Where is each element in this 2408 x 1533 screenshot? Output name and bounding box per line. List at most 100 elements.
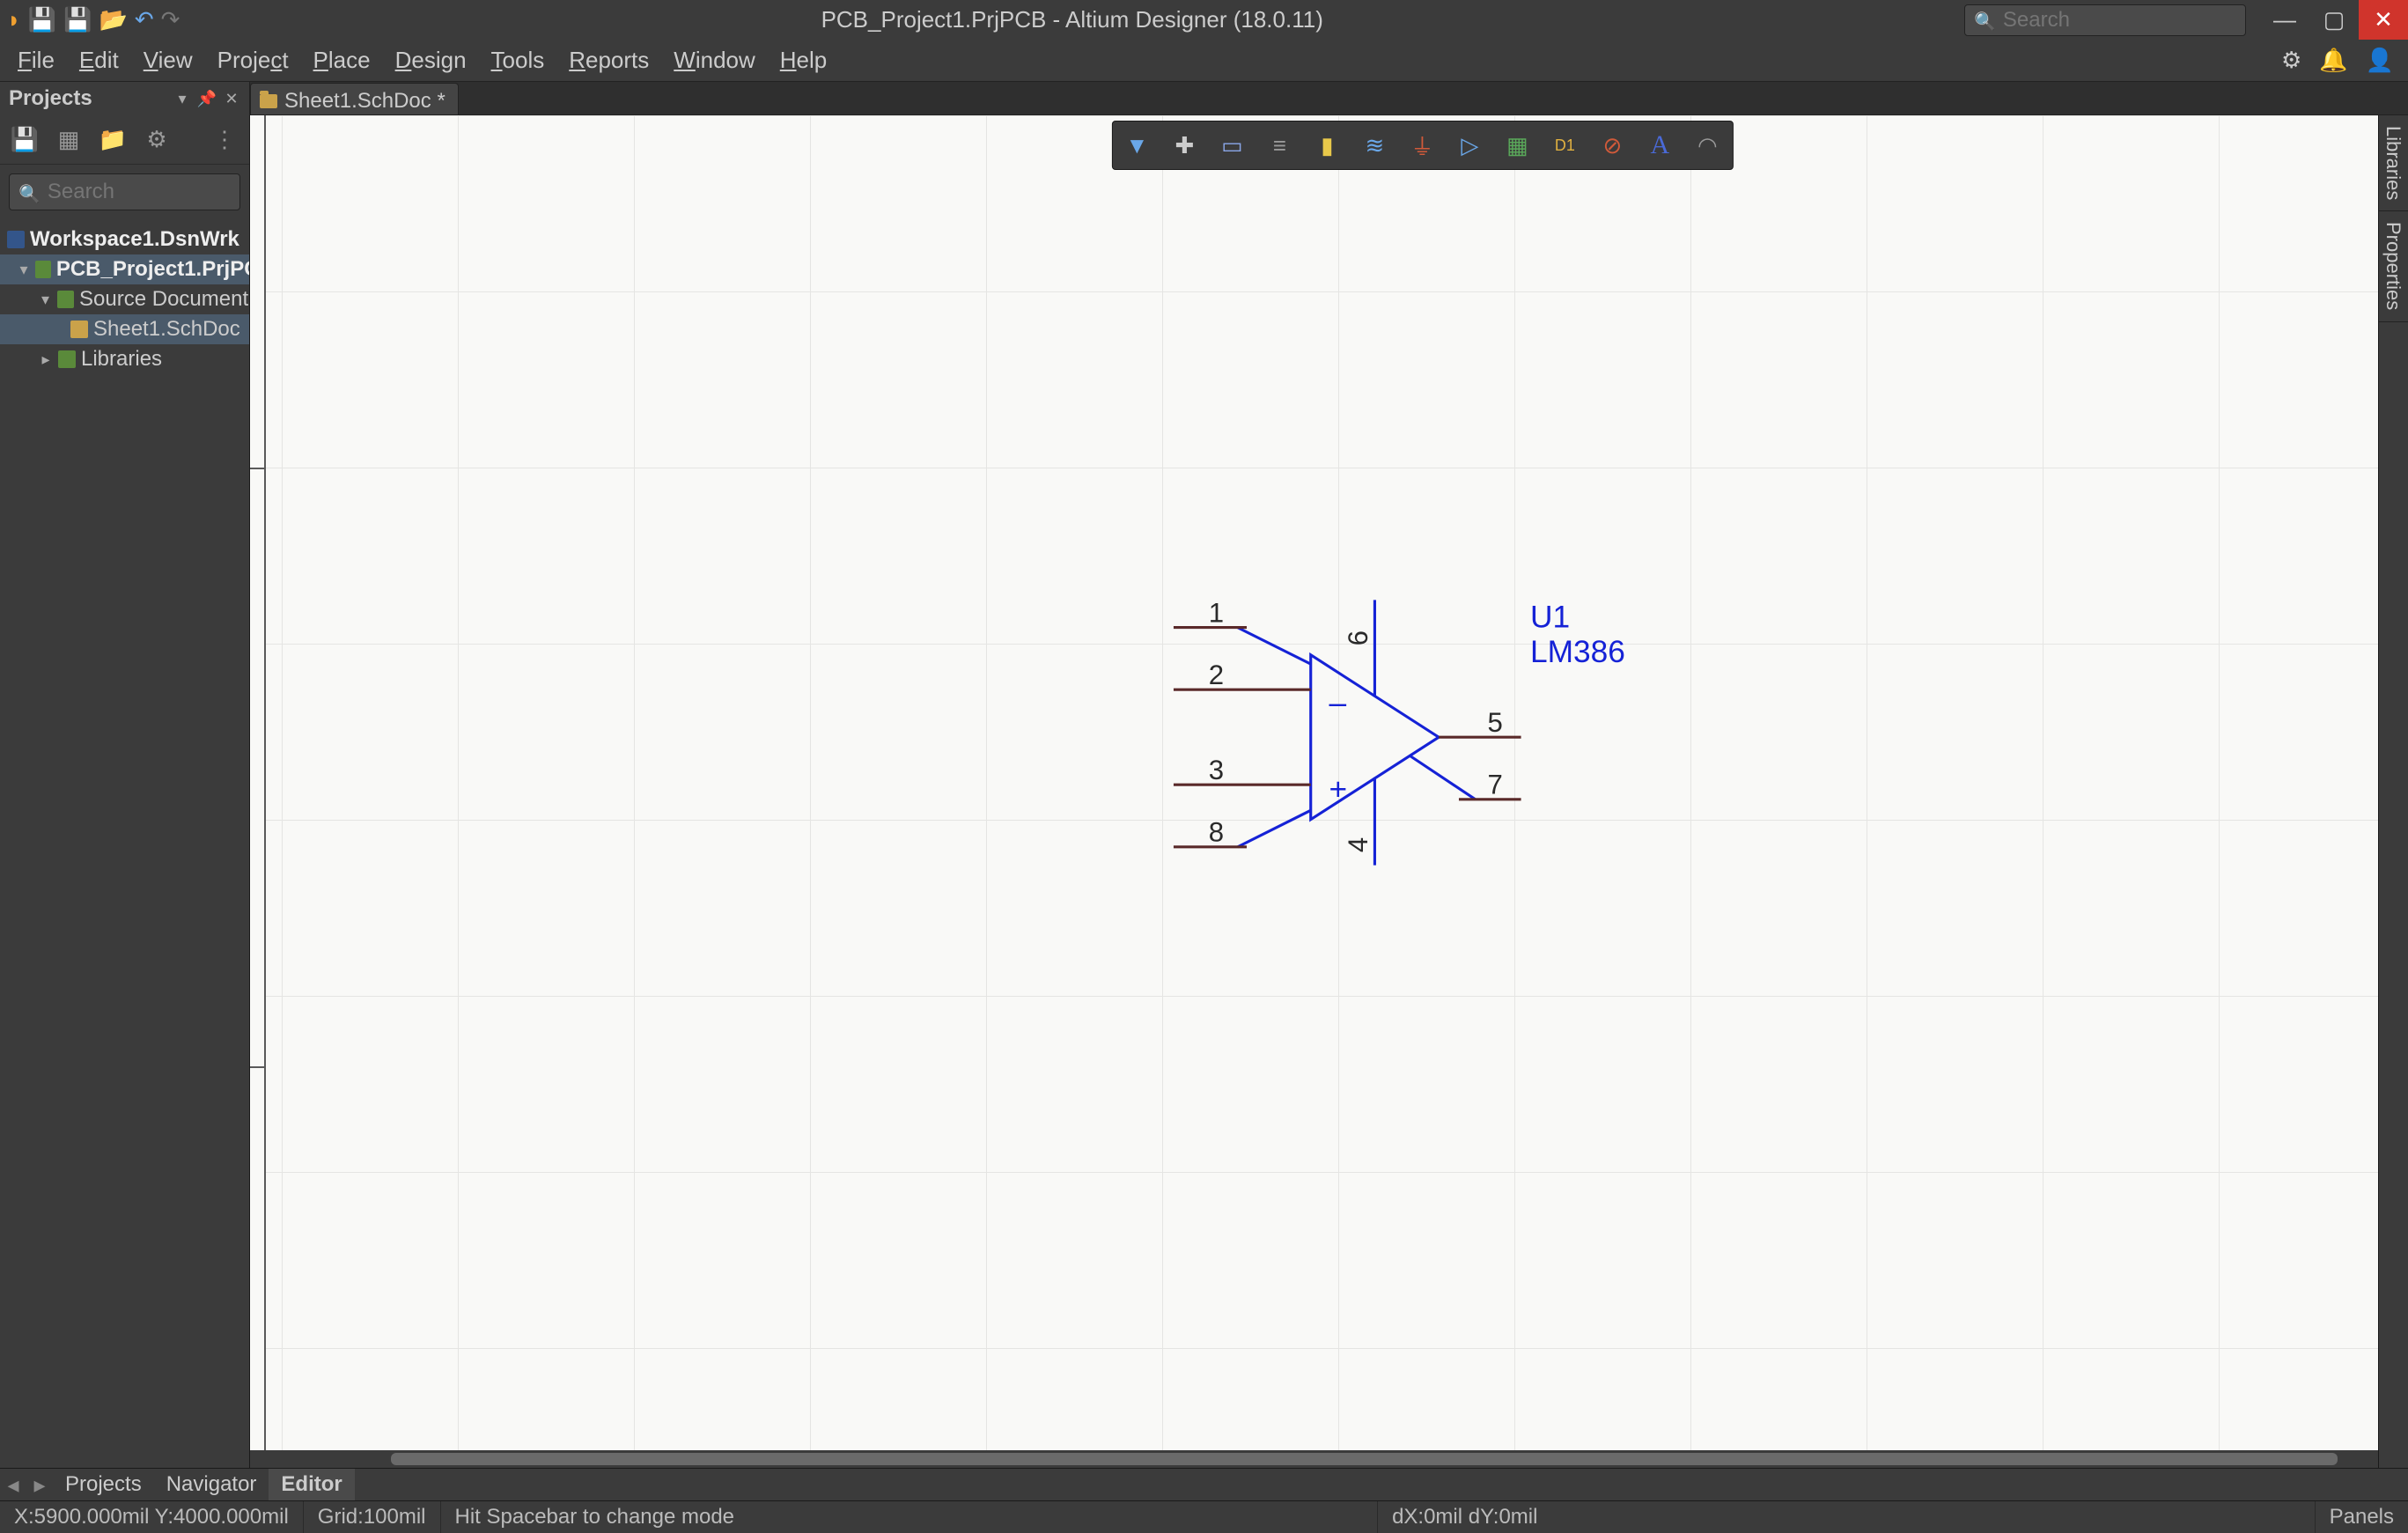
horizontal-scrollbar[interactable] [250, 1450, 2390, 1468]
search-icon [18, 179, 41, 206]
menu-tools[interactable]: Tools [481, 41, 556, 79]
tree-project[interactable]: ▾ PCB_Project1.PrjPCB [0, 254, 249, 284]
plus-label: + [1329, 772, 1347, 807]
menu-window[interactable]: Window [663, 41, 765, 79]
document-tabs: Sheet1.SchDoc * [250, 82, 2408, 115]
tree-libraries[interactable]: ▸ Libraries [0, 344, 249, 374]
menu-file[interactable]: File [7, 41, 65, 79]
twist-icon[interactable]: ▾ [39, 291, 52, 309]
undo-icon[interactable]: ↶ [135, 6, 154, 33]
menu-project[interactable]: Project [207, 41, 299, 79]
place-text-icon[interactable]: A [1644, 129, 1675, 161]
place-wire-icon[interactable]: ≋ [1359, 129, 1390, 161]
projects-tb-compile-icon[interactable]: ▦ [55, 126, 83, 154]
bottom-tabstrip: ◂ ▸ Projects Navigator Editor [0, 1468, 2408, 1501]
menu-edit[interactable]: Edit [69, 41, 129, 79]
main-area: 💾 ▦ 📁 ⚙ ⋮ Workspace1.DsnWrk ▾ PCB_Projec… [0, 115, 2408, 1468]
redo-icon[interactable]: ↷ [161, 6, 180, 33]
bottom-tabs-prev-icon[interactable]: ◂ [0, 1471, 26, 1499]
place-sheet-icon[interactable]: ▦ [1501, 129, 1533, 161]
align-icon[interactable]: ≡ [1263, 129, 1295, 161]
workspace-icon [7, 231, 25, 248]
user-icon[interactable]: 👤 [2366, 47, 2394, 74]
global-search-input[interactable] [2003, 8, 2276, 33]
schematic-canvas[interactable]: 1 2 3 8 5 7 6 4 – + U1 LM386 ▼ ✚ ▭ ≡ ▮ ≋ [250, 115, 2408, 1468]
bottom-tabs-next-icon[interactable]: ▸ [26, 1471, 53, 1499]
schematic-svg: 1 2 3 8 5 7 6 4 – + U1 LM386 [250, 115, 2408, 1468]
quick-access-toolbar: ◗ 💾 💾 📂 ↶ ↷ [0, 6, 180, 33]
maximize-button[interactable]: ▢ [2309, 0, 2359, 40]
tree-workspace[interactable]: Workspace1.DsnWrk [0, 225, 249, 254]
panel-pin-icon[interactable]: 📌 [198, 90, 216, 107]
pin-5-label: 5 [1487, 707, 1502, 738]
window-controls: — ▢ ✕ [2260, 0, 2408, 40]
value-label: LM386 [1530, 635, 1625, 669]
minimize-button[interactable]: — [2260, 0, 2309, 40]
notifications-icon[interactable]: 🔔 [2319, 47, 2347, 74]
tree-source-docs[interactable]: ▾ Source Documents [0, 284, 249, 314]
right-tab-libraries[interactable]: Libraries [2379, 115, 2408, 211]
projects-tree: Workspace1.DsnWrk ▾ PCB_Project1.PrjPCB … [0, 219, 249, 1468]
projects-tb-settings-icon[interactable]: ⚙ [143, 126, 171, 154]
panel-dropdown-icon[interactable]: ▾ [173, 90, 191, 107]
projects-toolbar: 💾 ▦ 📁 ⚙ ⋮ [0, 115, 249, 165]
place-netlabel-icon[interactable]: D1 [1549, 129, 1580, 161]
settings-icon[interactable]: ⚙ [2281, 47, 2301, 74]
panels-button[interactable]: Panels [2316, 1505, 2408, 1529]
save-icon[interactable]: 💾 [28, 6, 56, 33]
tree-project-label: PCB_Project1.PrjPCB [56, 257, 249, 282]
projects-search[interactable] [9, 173, 240, 210]
status-delta: dX:0mil dY:0mil [1378, 1501, 2316, 1533]
menu-reports[interactable]: Reports [558, 41, 659, 79]
global-search[interactable] [1964, 4, 2246, 36]
pin-3-label: 3 [1209, 755, 1224, 785]
place-arc-icon[interactable]: ◠ [1691, 129, 1723, 161]
tree-sheet1[interactable]: Sheet1.SchDoc [0, 314, 249, 344]
filter-icon[interactable]: ▼ [1121, 129, 1152, 161]
tree-workspace-label: Workspace1.DsnWrk [30, 227, 239, 252]
open-icon[interactable]: 📂 [99, 6, 127, 33]
tree-libraries-label: Libraries [81, 347, 162, 372]
twist-icon[interactable]: ▸ [39, 350, 53, 369]
right-tab-properties[interactable]: Properties [2379, 211, 2408, 321]
minus-label: – [1329, 686, 1346, 720]
status-grid: Grid:100mil [304, 1501, 441, 1533]
right-collapsed-panels: Libraries Properties [2378, 115, 2408, 1468]
document-tab-sheet1[interactable]: Sheet1.SchDoc * [250, 83, 459, 114]
menu-design[interactable]: Design [385, 41, 477, 79]
search-icon [1974, 6, 1996, 33]
place-part-icon[interactable]: ▮ [1311, 129, 1343, 161]
document-tab-label: Sheet1.SchDoc * [284, 89, 446, 114]
pin-6-label: 6 [1343, 630, 1373, 645]
status-hint: Hit Spacebar to change mode [441, 1501, 1379, 1533]
close-button[interactable]: ✕ [2359, 0, 2408, 40]
projects-tb-save-icon[interactable]: 💾 [11, 126, 39, 154]
bottom-tab-projects[interactable]: Projects [53, 1469, 154, 1500]
projects-tb-folder-icon[interactable]: 📁 [99, 126, 127, 154]
folder-icon [57, 291, 74, 308]
scrollbar-thumb[interactable] [391, 1453, 2338, 1465]
menu-list: File Edit View Project Place Design Tool… [7, 41, 837, 79]
tabstrip-row: Projects ▾ 📌 ✕ Sheet1.SchDoc * [0, 82, 2408, 115]
save-all-icon[interactable]: 💾 [63, 6, 92, 33]
statusbar: X:5900.000mil Y:4000.000mil Grid:100mil … [0, 1501, 2408, 1533]
pin-7-label: 7 [1487, 770, 1502, 800]
move-icon[interactable]: ✚ [1168, 129, 1200, 161]
schematic-doc-icon [260, 94, 277, 108]
projects-panel: 💾 ▦ 📁 ⚙ ⋮ Workspace1.DsnWrk ▾ PCB_Projec… [0, 115, 250, 1468]
bottom-tab-navigator[interactable]: Navigator [154, 1469, 269, 1500]
tree-source-docs-label: Source Documents [79, 287, 249, 312]
folder-icon [58, 350, 76, 368]
projects-tb-more-icon[interactable]: ⋮ [210, 126, 239, 154]
pin-8-label: 8 [1209, 817, 1224, 848]
place-port-icon[interactable]: ▷ [1454, 129, 1485, 161]
place-noerc-icon[interactable]: ⊘ [1596, 129, 1628, 161]
bottom-tab-editor[interactable]: Editor [269, 1469, 354, 1500]
menu-help[interactable]: Help [770, 41, 837, 79]
twist-icon[interactable]: ▾ [18, 261, 30, 279]
menu-view[interactable]: View [133, 41, 203, 79]
place-gnd-icon[interactable]: ⏚ [1406, 129, 1438, 161]
panel-close-icon[interactable]: ✕ [223, 90, 240, 107]
menu-place[interactable]: Place [303, 41, 381, 79]
select-rect-icon[interactable]: ▭ [1216, 129, 1248, 161]
